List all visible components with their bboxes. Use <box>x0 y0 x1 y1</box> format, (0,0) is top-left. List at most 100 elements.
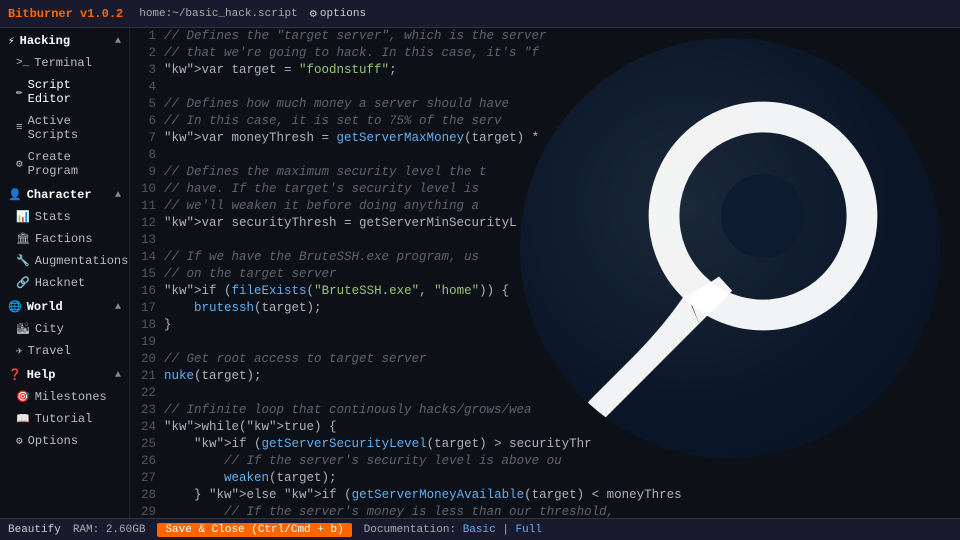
sidebar-item-augmentations[interactable]: 🔧Augmentations <box>0 250 129 272</box>
world-chevron: ▲ <box>115 302 121 313</box>
tutorial-icon: 📖 <box>16 412 30 426</box>
hacking-chevron: ▲ <box>115 36 121 47</box>
line-code <box>164 232 172 249</box>
save-button[interactable]: Save & Close (Ctrl/Cmd + b) <box>157 523 351 537</box>
line-number: 19 <box>130 334 164 351</box>
line-code: weaken(target); <box>164 470 337 487</box>
steam-overlay-bg <box>520 38 940 458</box>
options-sidebar-icon: ⚙ <box>16 434 23 448</box>
sidebar-section-world[interactable]: 🌐World ▲ <box>0 294 129 318</box>
line-number: 22 <box>130 385 164 402</box>
sidebar-item-options[interactable]: ⚙Options <box>0 430 129 452</box>
line-number: 24 <box>130 419 164 436</box>
milestones-icon: 🎯 <box>16 390 30 404</box>
active-scripts-icon: ≡ <box>16 122 23 134</box>
line-code: // Defines the "target server", which is… <box>164 28 547 45</box>
sidebar-section-hacking[interactable]: ⚡Hacking ▲ <box>0 28 129 52</box>
app-title: Bitburner v1.0.2 <box>8 7 123 21</box>
sidebar-item-active-scripts[interactable]: ≡Active Scripts <box>0 110 129 146</box>
beautify-button[interactable]: Beautify <box>8 524 61 536</box>
sidebar-item-terminal[interactable]: >_Terminal <box>0 52 129 74</box>
terminal-icon: >_ <box>16 57 29 69</box>
line-code <box>164 79 172 96</box>
code-line-27: 27 weaken(target); <box>130 470 960 487</box>
line-code: "kw">while("kw">true) { <box>164 419 337 436</box>
line-number: 27 <box>130 470 164 487</box>
code-line-29: 29 // If the server's money is less than… <box>130 504 960 518</box>
doc-full-link[interactable]: Full <box>516 524 542 536</box>
documentation-links: Documentation: Basic | Full <box>364 524 542 536</box>
ram-display: RAM: 2.60GB <box>73 524 146 536</box>
sidebar-section-character[interactable]: 👤Character ▲ <box>0 182 129 206</box>
code-line-1: 1// Defines the "target server", which i… <box>130 28 960 45</box>
line-code: // Defines the maximum security level th… <box>164 164 487 181</box>
create-program-icon: ⚙ <box>16 157 23 171</box>
status-bar: Beautify RAM: 2.60GB Save & Close (Ctrl/… <box>0 518 960 540</box>
sidebar-item-travel[interactable]: ✈Travel <box>0 340 129 362</box>
sidebar-item-milestones[interactable]: 🎯Milestones <box>0 386 129 408</box>
character-icon: 👤 <box>8 190 22 202</box>
sidebar-item-city[interactable]: 🏙City <box>0 318 129 340</box>
line-code: // on the target server <box>164 266 337 283</box>
options-button[interactable]: options <box>310 6 366 21</box>
hacknet-icon: 🔗 <box>16 276 30 290</box>
city-icon: 🏙 <box>16 322 30 336</box>
doc-basic-link[interactable]: Basic <box>463 524 496 536</box>
sidebar-item-script-editor[interactable]: ✏Script Editor <box>0 74 129 110</box>
line-code: // that we're going to hack. In this cas… <box>164 45 539 62</box>
line-code: // Defines how much money a server shoul… <box>164 96 509 113</box>
factions-icon: 🏛 <box>16 232 30 246</box>
stats-icon: 📊 <box>16 210 30 224</box>
main-layout: ⚡Hacking ▲ >_Terminal ✏Script Editor ≡Ac… <box>0 28 960 518</box>
sidebar-item-factions[interactable]: 🏛Factions <box>0 228 129 250</box>
line-number: 4 <box>130 79 164 96</box>
line-number: 18 <box>130 317 164 334</box>
editor-area[interactable]: 1// Defines the "target server", which i… <box>130 28 960 518</box>
hacking-label: ⚡Hacking <box>8 34 70 48</box>
top-bar: Bitburner v1.0.2 home:~/basic_hack.scrip… <box>0 0 960 28</box>
sidebar-section-help[interactable]: ❓Help ▲ <box>0 362 129 386</box>
sidebar: ⚡Hacking ▲ >_Terminal ✏Script Editor ≡Ac… <box>0 28 130 518</box>
line-number: 15 <box>130 266 164 283</box>
line-code: // If the server's security level is abo… <box>164 453 562 470</box>
line-number: 7 <box>130 130 164 147</box>
line-code: // have. If the target's security level … <box>164 181 479 198</box>
world-icon: 🌐 <box>8 302 22 314</box>
line-number: 21 <box>130 368 164 385</box>
line-number: 29 <box>130 504 164 518</box>
help-chevron: ▲ <box>115 370 121 381</box>
line-number: 2 <box>130 45 164 62</box>
line-code: // Infinite loop that continously hacks/… <box>164 402 532 419</box>
line-code: // we'll weaken it before doing anything… <box>164 198 479 215</box>
line-number: 12 <box>130 215 164 232</box>
line-code: // In this case, it is set to 75% of the… <box>164 113 502 130</box>
line-code: } "kw">else "kw">if (getServerMoneyAvail… <box>164 487 682 504</box>
code-line-2: 2// that we're going to hack. In this ca… <box>130 45 960 62</box>
line-number: 3 <box>130 62 164 79</box>
line-code: "kw">if (getServerSecurityLevel(target) … <box>164 436 592 453</box>
code-line-28: 28 } "kw">else "kw">if (getServerMoneyAv… <box>130 487 960 504</box>
hacking-icon: ⚡ <box>8 36 15 48</box>
line-code: "kw">var moneyThresh = getServerMaxMoney… <box>164 130 539 147</box>
sidebar-item-create-program[interactable]: ⚙Create Program <box>0 146 129 182</box>
sidebar-item-tutorial[interactable]: 📖Tutorial <box>0 408 129 430</box>
line-number: 28 <box>130 487 164 504</box>
line-number: 26 <box>130 453 164 470</box>
sidebar-item-stats[interactable]: 📊Stats <box>0 206 129 228</box>
code-line-25: 25 "kw">if (getServerSecurityLevel(targe… <box>130 436 960 453</box>
line-number: 1 <box>130 28 164 45</box>
help-label: ❓Help <box>8 368 56 382</box>
line-number: 13 <box>130 232 164 249</box>
line-code: "kw">var target = "foodnstuff"; <box>164 62 397 79</box>
line-number: 9 <box>130 164 164 181</box>
script-editor-icon: ✏ <box>16 85 23 99</box>
line-number: 23 <box>130 402 164 419</box>
sidebar-item-hacknet[interactable]: 🔗Hacknet <box>0 272 129 294</box>
line-number: 6 <box>130 113 164 130</box>
world-label: 🌐World <box>8 300 63 314</box>
line-code: // If the server's money is less than ou… <box>164 504 614 518</box>
line-code: } <box>164 317 172 334</box>
augmentations-icon: 🔧 <box>16 254 30 268</box>
line-code: // Get root access to target server <box>164 351 427 368</box>
line-code: nuke(target); <box>164 368 262 385</box>
